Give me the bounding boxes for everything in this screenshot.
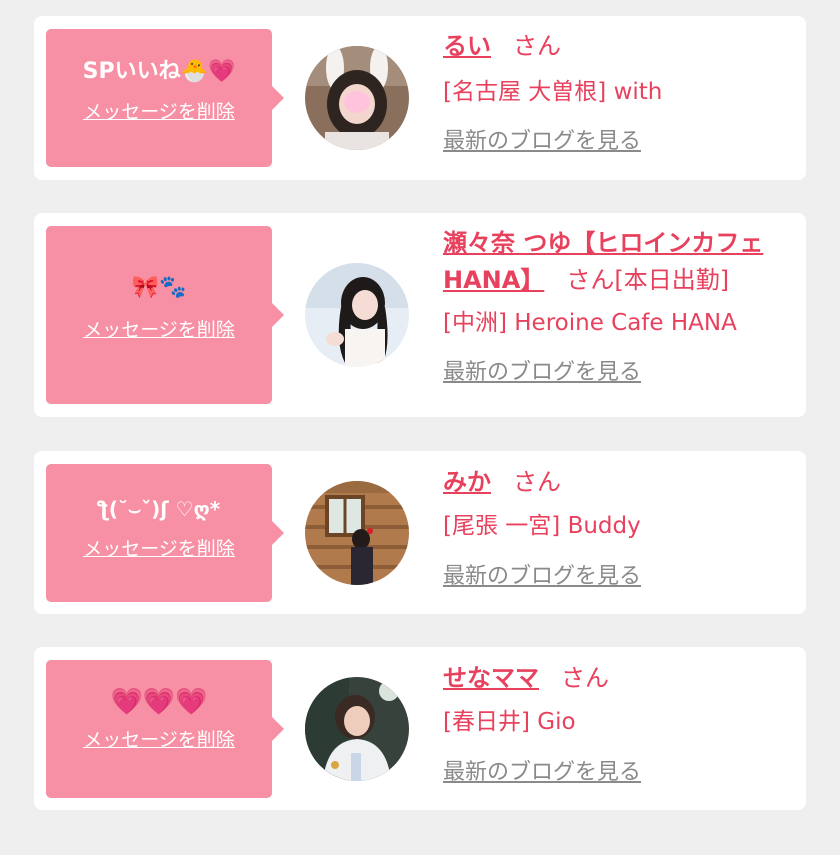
message-text: SPいいね🐣💗	[82, 59, 236, 84]
honorific: さん	[566, 266, 615, 294]
message-text: 💗💗💗	[110, 687, 208, 717]
message-text: 🎀🐾	[131, 275, 187, 300]
girl-info: みか さん [尾張 一宮] Buddy 最新のブログを見る	[443, 464, 793, 592]
girl-name-link[interactable]: みか	[443, 468, 491, 496]
shop-info: [名古屋 大曽根] with	[443, 79, 663, 105]
shop-info: [中洲] Heroine Cafe HANA	[443, 310, 737, 336]
message-bubble: 💗💗💗 メッセージを削除	[46, 660, 284, 798]
name-line: 瀬々奈 つゆ【ヒロインカフェ HANA】 さん[本日出勤]	[443, 225, 793, 299]
attendance-badge: [本日出勤]	[614, 266, 730, 294]
shop-info: [春日井] Gio	[443, 709, 576, 735]
message-bubble: 🎀🐾 メッセージを削除	[46, 226, 284, 404]
blog-link[interactable]: 最新のブログを見る	[443, 758, 793, 788]
blog-link[interactable]: 最新のブログを見る	[443, 358, 793, 388]
message-card: 💗💗💗 メッセージを削除 せなママ さん [春日井] Gio 最新のブログを見る	[34, 647, 806, 810]
blog-link[interactable]: 最新のブログを見る	[443, 127, 793, 157]
message-bubble: SPいいね🐣💗 メッセージを削除	[46, 29, 284, 167]
name-line: みか さん	[443, 464, 793, 501]
delete-message-link[interactable]: メッセージを削除	[83, 317, 235, 343]
message-bubble: ƪ(˘⌣ˇ)ʃ ♡ღ* メッセージを削除	[46, 464, 284, 602]
girl-info: るい さん [名古屋 大曽根] with 最新のブログを見る	[443, 28, 793, 157]
message-card: SPいいね🐣💗 メッセージを削除 るい さん [名古屋 大曽根] with 最新の…	[34, 16, 806, 180]
avatar[interactable]	[305, 263, 409, 367]
blog-link[interactable]: 最新のブログを見る	[443, 562, 793, 592]
name-line: るい さん	[443, 28, 793, 65]
delete-message-link[interactable]: メッセージを削除	[83, 536, 235, 562]
girl-info: せなママ さん [春日井] Gio 最新のブログを見る	[443, 660, 793, 788]
message-card: ƪ(˘⌣ˇ)ʃ ♡ღ* メッセージを削除 みか さん [尾張 一宮] Buddy…	[34, 451, 806, 614]
message-list: SPいいね🐣💗 メッセージを削除 るい さん [名古屋 大曽根] with 最新の…	[0, 0, 840, 855]
delete-message-link[interactable]: メッセージを削除	[83, 727, 235, 753]
delete-message-link[interactable]: メッセージを削除	[83, 99, 235, 125]
girl-name-link[interactable]: せなママ	[443, 664, 539, 692]
shop-info: [尾張 一宮] Buddy	[443, 513, 641, 539]
avatar[interactable]	[305, 677, 409, 781]
avatar[interactable]	[305, 481, 409, 585]
honorific: さん	[561, 664, 609, 692]
name-line: せなママ さん	[443, 660, 793, 697]
honorific: さん	[513, 32, 561, 60]
avatar[interactable]	[305, 46, 409, 150]
avatar-photo	[305, 481, 409, 585]
avatar-photo	[305, 46, 409, 150]
honorific: さん	[513, 468, 561, 496]
message-text: ƪ(˘⌣ˇ)ʃ ♡ღ*	[97, 497, 221, 521]
girl-name-link[interactable]: るい	[443, 32, 491, 60]
message-card: 🎀🐾 メッセージを削除 瀬々奈 つゆ【ヒロインカフェ HANA】 さん[本日出勤]…	[34, 213, 806, 417]
girl-info: 瀬々奈 つゆ【ヒロインカフェ HANA】 さん[本日出勤] [中洲] Heroin…	[443, 225, 793, 388]
avatar-photo	[305, 263, 409, 367]
avatar-photo	[305, 677, 409, 781]
